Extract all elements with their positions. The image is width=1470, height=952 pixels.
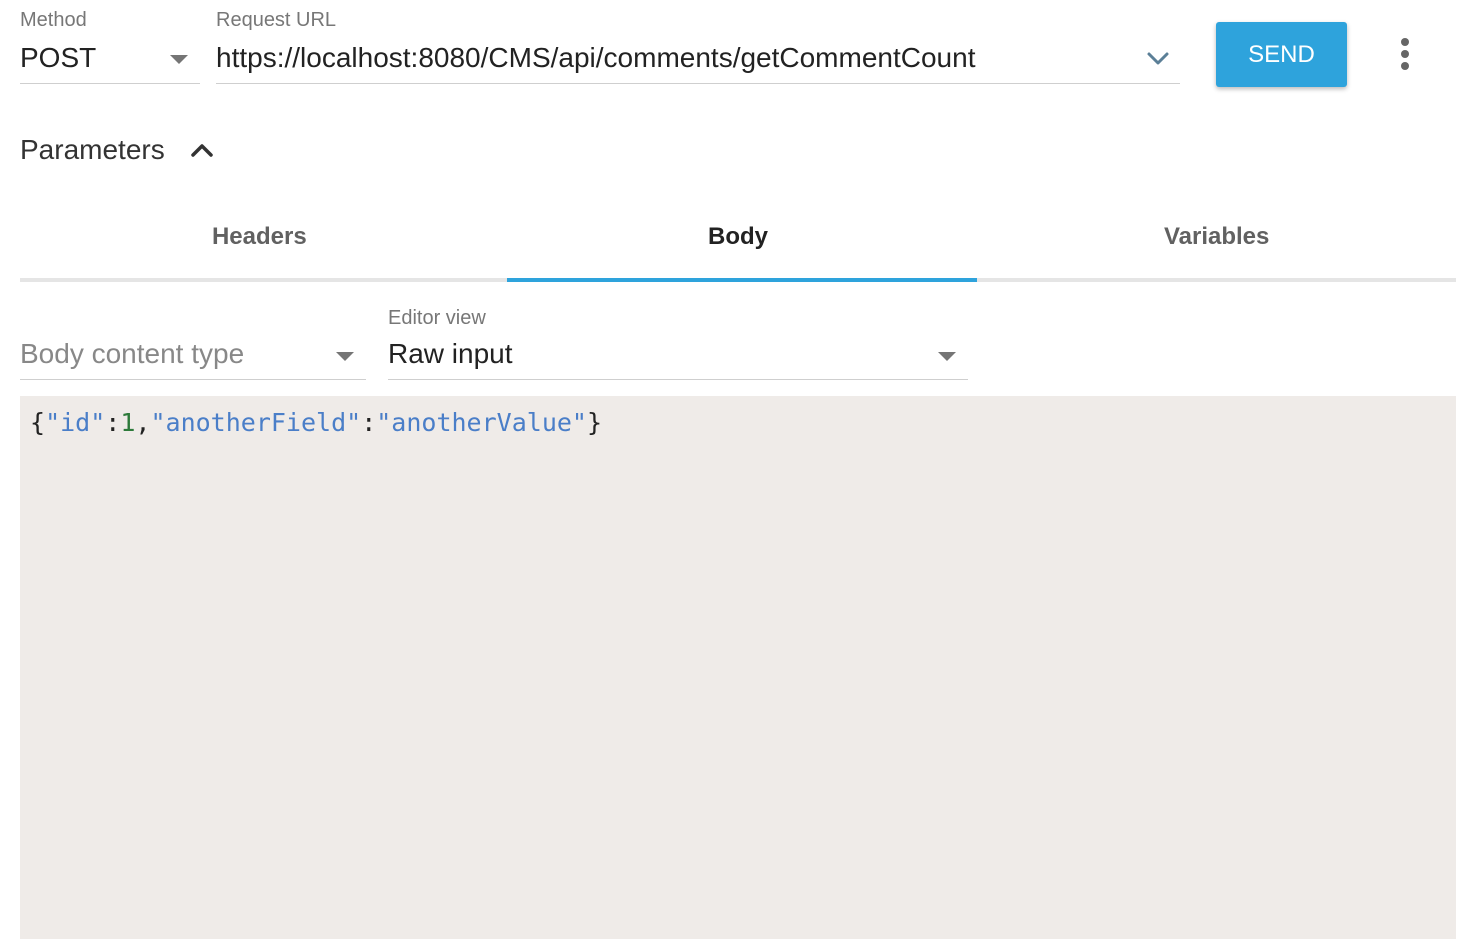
code-token-punct: : xyxy=(361,408,377,437)
caret-down-icon xyxy=(170,55,188,64)
code-token-number: 1 xyxy=(120,408,136,437)
method-label: Method xyxy=(20,9,87,31)
request-url-input[interactable]: https://localhost:8080/CMS/api/comments/… xyxy=(216,40,1180,84)
parameters-toggle[interactable]: Parameters xyxy=(20,130,215,170)
editor-view-label: Editor view xyxy=(388,307,486,329)
code-token-string: "id" xyxy=(45,408,106,437)
code-token-punct: , xyxy=(135,408,151,437)
menu-dot xyxy=(1401,62,1409,70)
code-token-string: "anotherField" xyxy=(150,408,362,437)
caret-down-icon xyxy=(336,352,354,361)
more-vert-icon[interactable] xyxy=(1390,36,1420,72)
code-token-punct: : xyxy=(105,408,121,437)
code-token-punct: } xyxy=(586,408,603,437)
method-select[interactable]: POST xyxy=(20,40,200,84)
editor-view-select[interactable]: Raw input xyxy=(388,334,968,380)
chevron-down-icon[interactable] xyxy=(1144,46,1172,70)
request-editor-panel: Method POST Request URL https://localhos… xyxy=(0,0,1470,952)
request-url-value: https://localhost:8080/CMS/api/comments/… xyxy=(216,42,976,73)
body-content-type-select[interactable]: Body content type xyxy=(20,334,366,380)
tab-variables[interactable]: Variables xyxy=(977,196,1456,278)
body-content-type-placeholder: Body content type xyxy=(20,338,245,369)
menu-dot xyxy=(1401,50,1409,58)
parameter-tabs: Headers Body Variables xyxy=(20,196,1456,282)
code-token-punct: { xyxy=(30,408,46,437)
request-url-label: Request URL xyxy=(216,9,337,31)
tab-headers[interactable]: Headers xyxy=(20,196,499,278)
method-value: POST xyxy=(20,42,97,73)
chevron-up-icon xyxy=(190,144,213,157)
code-token-string: "anotherValue" xyxy=(376,408,587,437)
tab-body[interactable]: Body xyxy=(499,196,978,282)
editor-view-value: Raw input xyxy=(388,338,513,369)
raw-body-editor[interactable]: {"id":1,"anotherField":"anotherValue"} xyxy=(20,396,1456,939)
menu-dot xyxy=(1401,38,1409,46)
caret-down-icon xyxy=(938,352,956,361)
send-button[interactable]: SEND xyxy=(1216,22,1347,87)
parameters-title: Parameters xyxy=(20,134,165,165)
